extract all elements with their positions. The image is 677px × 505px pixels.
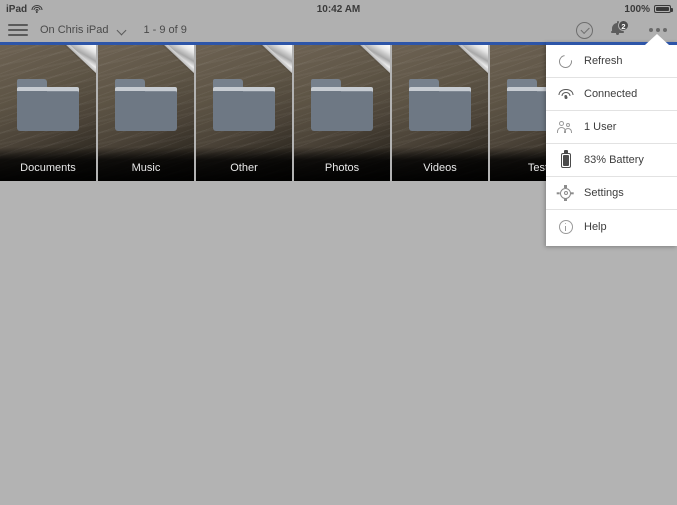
status-bar: iPad 10:42 AM 100% bbox=[0, 0, 677, 18]
file-tile[interactable]: Videos bbox=[392, 45, 488, 181]
battery-icon bbox=[557, 152, 574, 169]
folder-icon bbox=[115, 79, 177, 131]
dropdown-menu-list: Refresh Connected 1 User 83% Battery Set… bbox=[546, 45, 677, 243]
menu-item-help[interactable]: Help bbox=[546, 210, 677, 243]
location-label[interactable]: On Chris iPad bbox=[40, 24, 108, 36]
wifi-icon bbox=[557, 86, 574, 103]
file-tile[interactable]: Other bbox=[196, 45, 292, 181]
notifications-badge: 2 bbox=[618, 20, 629, 31]
menu-item-connected[interactable]: Connected bbox=[546, 78, 677, 111]
menu-item-label: Connected bbox=[584, 88, 638, 100]
menu-item-label: Help bbox=[584, 220, 607, 233]
notifications-button[interactable]: 2 bbox=[609, 20, 631, 40]
status-bar-right: 100% bbox=[624, 3, 673, 15]
menu-item-label: 83% Battery bbox=[584, 154, 644, 166]
file-tile-label: Other bbox=[230, 162, 258, 174]
folder-icon bbox=[213, 79, 275, 131]
users-icon bbox=[556, 119, 574, 136]
menu-item-settings[interactable]: Settings bbox=[546, 177, 677, 210]
select-mode-button[interactable] bbox=[576, 21, 593, 39]
status-bar-time: 10:42 AM bbox=[316, 3, 361, 15]
page-curl-icon bbox=[456, 45, 488, 75]
page-curl-icon bbox=[64, 45, 96, 75]
file-tile-label: Photos bbox=[324, 162, 360, 174]
file-tile[interactable]: Documents bbox=[0, 45, 96, 181]
menu-item-label: Refresh bbox=[584, 55, 623, 67]
menu-item-battery[interactable]: 83% Battery bbox=[546, 144, 677, 177]
battery-full-icon bbox=[654, 5, 673, 13]
item-range-label: 1 - 9 of 9 bbox=[143, 24, 187, 36]
folder-icon bbox=[17, 79, 79, 131]
gear-icon bbox=[557, 185, 574, 202]
page-curl-icon bbox=[260, 45, 292, 75]
battery-percent-label: 100% bbox=[624, 3, 650, 15]
more-options-icon[interactable] bbox=[649, 28, 667, 32]
file-tile-label: Videos bbox=[423, 162, 457, 174]
info-icon bbox=[557, 218, 574, 235]
app-toolbar: On Chris iPad 1 - 9 of 9 2 bbox=[0, 18, 677, 42]
menu-item-label: Settings bbox=[584, 187, 624, 199]
folder-icon bbox=[409, 79, 471, 131]
dropdown-caret bbox=[645, 34, 669, 45]
page-curl-icon bbox=[358, 45, 390, 75]
file-tile-label: Documents bbox=[20, 162, 76, 174]
menu-item-label: 1 User bbox=[584, 121, 617, 133]
file-tile[interactable]: Photos bbox=[294, 45, 390, 181]
overflow-dropdown-menu: Refresh Connected 1 User 83% Battery Set… bbox=[546, 42, 677, 246]
menu-item-refresh[interactable]: Refresh bbox=[546, 45, 677, 78]
file-tile[interactable]: Music bbox=[98, 45, 194, 181]
chevron-down-icon[interactable] bbox=[118, 26, 127, 35]
check-circle-icon bbox=[576, 21, 593, 39]
page-curl-icon bbox=[162, 45, 194, 75]
folder-icon bbox=[311, 79, 373, 131]
hamburger-menu-icon[interactable] bbox=[8, 22, 28, 38]
refresh-icon bbox=[556, 51, 575, 71]
file-tile-label: Music bbox=[131, 162, 161, 174]
menu-item-users[interactable]: 1 User bbox=[546, 111, 677, 144]
